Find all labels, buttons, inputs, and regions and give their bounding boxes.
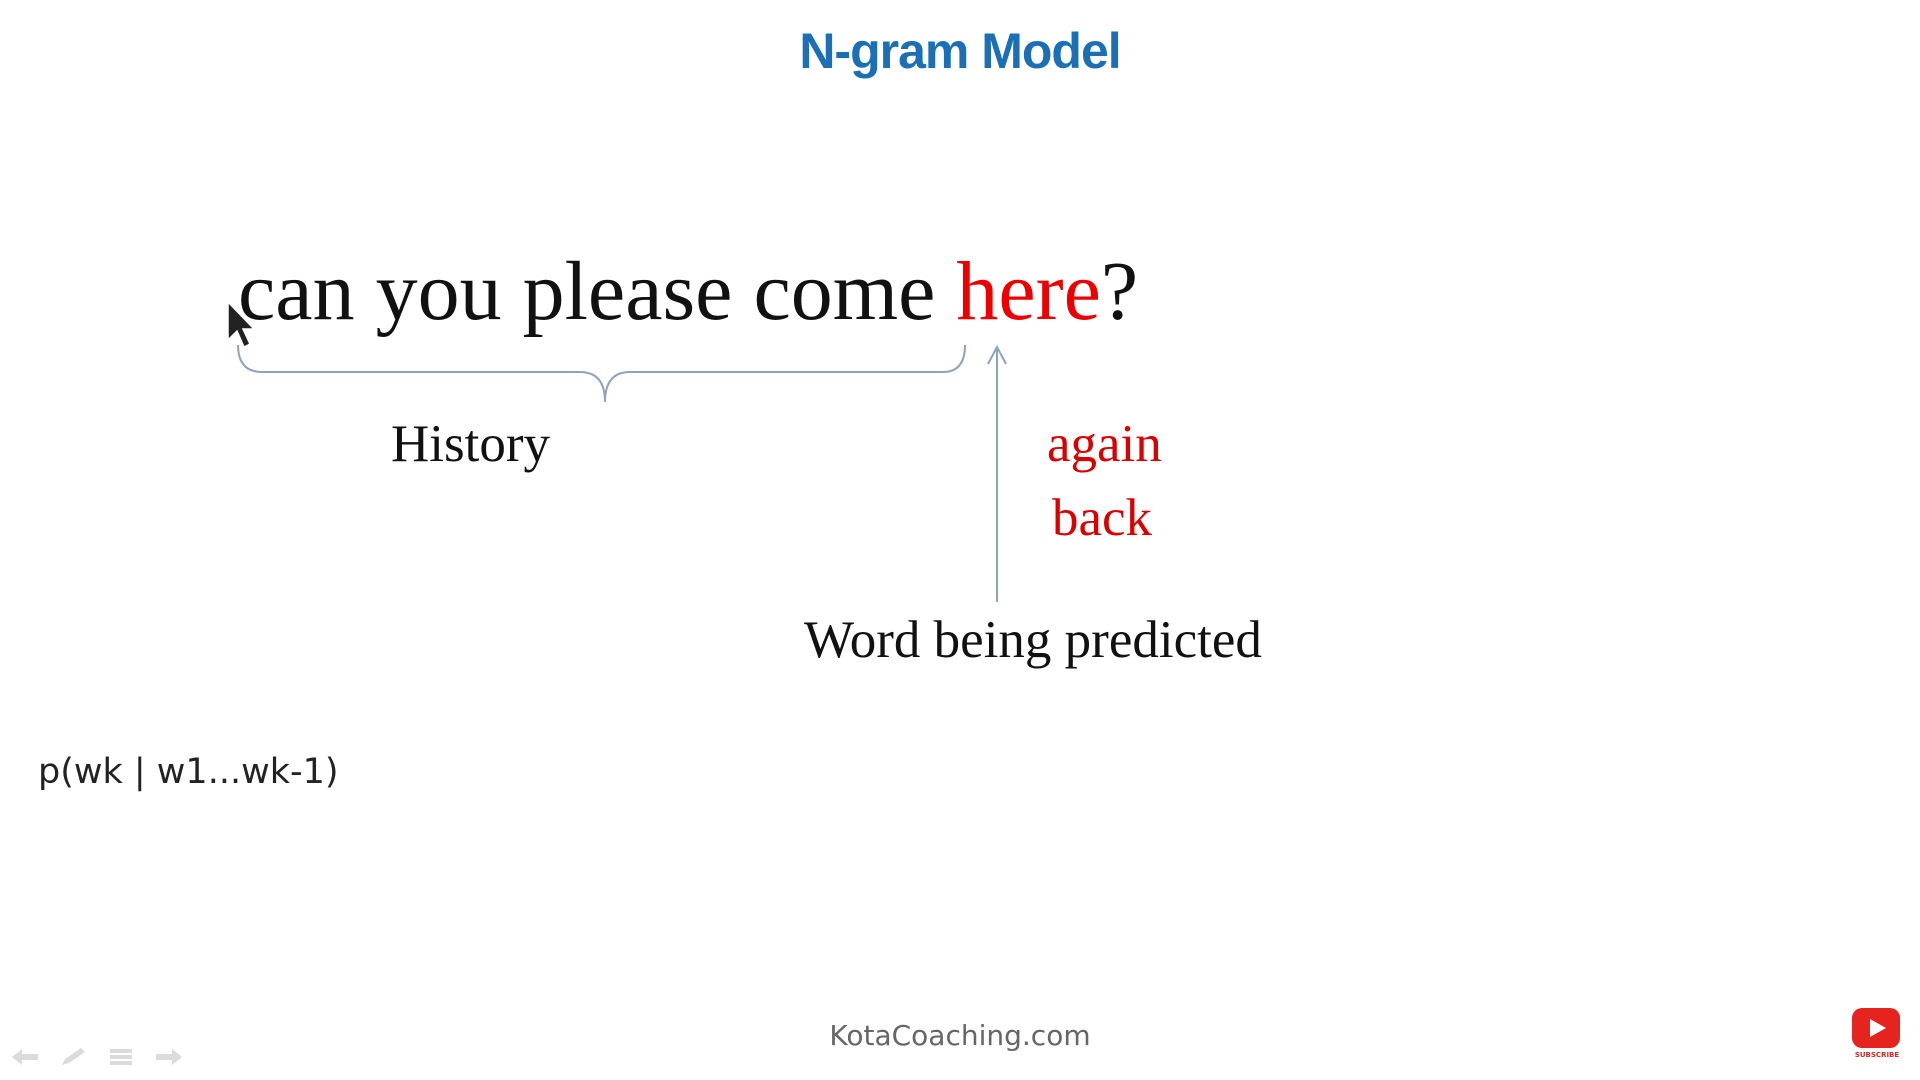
back-arrow-icon[interactable] xyxy=(8,1046,42,1068)
footer-watermark: KotaCoaching.com xyxy=(829,1019,1091,1052)
presentation-slide: N-gram Model can you please come here? H… xyxy=(0,0,1920,1080)
alternative-word-back: back xyxy=(1052,489,1153,547)
annotation-overlay xyxy=(227,300,1007,602)
alternative-word-again: again xyxy=(1047,415,1162,473)
probability-formula: p(wk | w1...wk-1) xyxy=(38,752,339,792)
predicted-word-label: Word being predicted xyxy=(804,611,1262,669)
forward-arrow-icon[interactable] xyxy=(152,1046,186,1068)
youtube-subscribe-badge[interactable]: SUBSCRIBE xyxy=(1852,1008,1902,1059)
mouse-pointer-icon xyxy=(227,300,256,349)
history-brace xyxy=(237,344,966,403)
youtube-play-icon xyxy=(1852,1008,1900,1048)
history-label: History xyxy=(391,415,550,473)
slideshow-toolbar xyxy=(8,1046,186,1068)
menu-icon[interactable] xyxy=(104,1046,138,1068)
pen-icon[interactable] xyxy=(56,1046,90,1068)
subscribe-label: SUBSCRIBE xyxy=(1854,1051,1900,1059)
